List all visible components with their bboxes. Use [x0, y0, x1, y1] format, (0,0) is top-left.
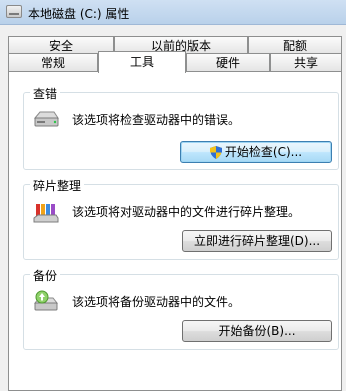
- backup-description: 该选项将备份驱动器中的文件。: [72, 295, 241, 309]
- tab-general[interactable]: 常规: [8, 53, 98, 72]
- error-check-description: 该选项将检查驱动器中的错误。: [72, 113, 241, 127]
- defrag-icon: [33, 204, 59, 223]
- defrag-now-button[interactable]: 立即进行碎片整理(D)...: [182, 230, 332, 252]
- backup-icon: [33, 290, 59, 311]
- defrag-label: 碎片整理: [30, 177, 85, 194]
- window-title: 本地磁盘 (C:) 属性: [28, 7, 130, 21]
- disk-drive-icon: [33, 111, 59, 127]
- tab-sharing[interactable]: 共享: [270, 53, 342, 72]
- start-check-button-label: 开始检查(C)...: [224, 145, 303, 159]
- tab-hardware[interactable]: 硬件: [186, 53, 270, 72]
- error-check-label: 查错: [30, 85, 61, 102]
- disk-drive-icon: [6, 5, 22, 18]
- defrag-now-button-label: 立即进行碎片整理(D)...: [193, 234, 321, 248]
- tab-tools[interactable]: 工具: [98, 51, 186, 73]
- window-body: 安全 以前的版本 配额 常规 工具 硬件 共享 查错 该选项将检查驱动器中的错误…: [0, 25, 346, 391]
- start-backup-button-label: 开始备份(B)...: [218, 324, 296, 338]
- backup-label: 备份: [30, 267, 61, 284]
- start-backup-button[interactable]: 开始备份(B)...: [182, 320, 332, 342]
- start-check-button[interactable]: 开始检查(C)...: [180, 141, 332, 163]
- title-bar[interactable]: 本地磁盘 (C:) 属性: [0, 0, 346, 25]
- backup-group: 备份 该选项将备份驱动器中的文件。 开始备份(B)...: [23, 267, 339, 350]
- tools-panel: 查错 该选项将检查驱动器中的错误。 开始检查(C)... 碎片整理 该选项将对驱…: [8, 71, 342, 391]
- defrag-description: 该选项将对驱动器中的文件进行碎片整理。: [72, 205, 301, 219]
- uac-shield-icon: [209, 146, 222, 159]
- defrag-group: 碎片整理 该选项将对驱动器中的文件进行碎片整理。 立即进行碎片整理(D)...: [23, 177, 339, 260]
- error-check-group: 查错 该选项将检查驱动器中的错误。 开始检查(C)...: [23, 85, 339, 170]
